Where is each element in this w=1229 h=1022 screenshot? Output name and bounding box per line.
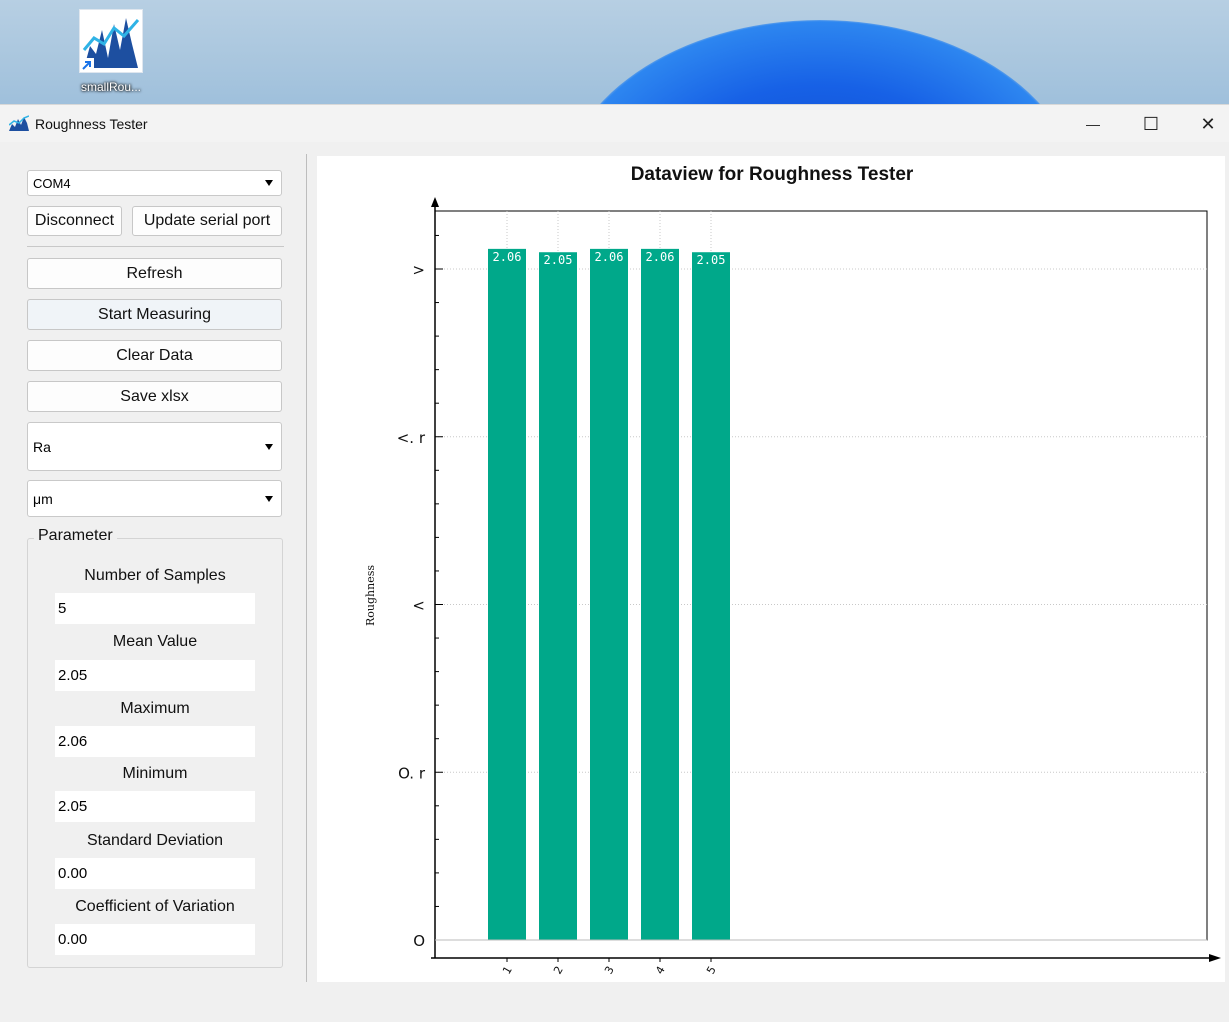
x-tick-label: 4 [653,964,668,977]
cv-field[interactable]: 0.00 [55,924,255,955]
serial-port-select[interactable]: COM4 [27,170,282,196]
mean-field[interactable]: 2.05 [55,660,255,691]
parameter-group-title: Parameter [34,527,117,545]
minimize-icon: — [1086,116,1100,132]
x-tick-label: 3 [602,964,617,977]
disconnect-button[interactable]: Disconnect [27,206,122,236]
splitter[interactable] [306,154,307,982]
desktop-shortcut-label: smallRou... [80,80,142,94]
close-button[interactable]: ✕ [1180,105,1229,143]
x-tick-label: 2 [551,964,566,977]
bar [539,252,577,941]
start-measuring-button[interactable]: Start Measuring [27,299,282,330]
y-axis-arrow-icon [431,197,439,207]
chevron-down-icon [265,495,273,502]
maximum-label: Maximum [120,700,190,717]
minimum-label: Minimum [122,765,188,782]
bar-data-label: 2.06 [646,250,675,264]
close-icon: ✕ [1200,113,1216,134]
desktop-background: smallRou... [0,0,1229,104]
bar-data-label: 2.06 [493,250,522,264]
samples-field[interactable]: 5 [55,593,255,624]
unit-value: μm [33,490,53,507]
window-client: COM4 Disconnect Update serial port Refre… [0,142,1229,1022]
chart-panel: Dataview for Roughness Tester 2.06 2.05 2.0… [317,156,1225,982]
std-dev-label: Standard Deviation [86,832,224,849]
bar-data-label: 2.06 [595,250,624,264]
refresh-label: Refresh [126,264,183,282]
y-tick-label: O. r [398,764,426,782]
x-tick-label: 5 [704,964,719,977]
x-axis-arrow-icon [1209,954,1221,962]
roughness-parameter-value: Ra [33,438,51,455]
update-serial-port-label: Update serial port [143,212,271,229]
serial-port-value: COM4 [33,175,71,191]
mean-label: Mean Value [112,633,198,650]
app-title-icon [9,115,29,131]
window-titlebar[interactable]: Roughness Tester — ☐ ✕ [0,104,1229,143]
window-title: Roughness Tester [35,116,148,132]
bar-data-label: 2.05 [544,253,573,267]
clear-data-button[interactable]: Clear Data [27,340,282,371]
x-tick-label: 1 [500,964,515,977]
y-tick-label: < [412,597,425,615]
shortcut-arrow-icon [80,58,94,72]
y-tick-label: O [413,932,425,950]
unit-select[interactable]: μm [27,480,282,517]
std-dev-field[interactable]: 0.00 [55,858,255,889]
bar [488,248,526,940]
chevron-down-icon [265,180,273,186]
update-serial-port-button[interactable]: Update serial port [132,206,282,236]
cv-value: 0.00 [58,931,88,948]
wallpaper-bloom [560,20,1080,104]
y-tick-label: > [412,261,425,279]
y-axis-label: Roughness [364,565,377,626]
chart-title: Dataview for Roughness Tester [631,164,914,185]
maximize-button[interactable]: ☐ [1123,105,1179,143]
bar [590,248,628,940]
maximum-value: 2.06 [58,733,88,750]
bar [641,248,679,940]
divider [27,246,284,247]
y-tick-label: <. r [397,429,426,447]
cv-label: Coefficient of Variation [75,898,235,915]
start-measuring-label: Start Measuring [98,305,211,323]
desktop-shortcut[interactable]: smallRou... [70,10,152,100]
maximum-field[interactable]: 2.06 [55,726,255,757]
bar-data-label: 2.05 [697,253,726,267]
disconnect-label: Disconnect [34,212,115,229]
roughness-parameter-select[interactable]: Ra [27,422,282,471]
maximize-icon: ☐ [1142,113,1160,134]
samples-label: Number of Samples [84,567,226,584]
minimum-field[interactable]: 2.05 [55,791,255,822]
chevron-down-icon [265,443,273,450]
save-xlsx-label: Save xlsx [120,387,189,405]
minimum-value: 2.05 [58,798,88,815]
roughness-chart: Dataview for Roughness Tester 2.06 2.05 2.0… [364,164,1221,977]
clear-data-label: Clear Data [116,346,193,364]
refresh-button[interactable]: Refresh [27,258,282,289]
minimize-button[interactable]: — [1065,105,1121,143]
save-xlsx-button[interactable]: Save xlsx [27,381,282,412]
std-dev-value: 0.00 [58,865,88,882]
mean-value: 2.05 [58,667,88,684]
app-icon [80,10,142,72]
bar [692,252,730,941]
samples-value: 5 [58,600,67,617]
